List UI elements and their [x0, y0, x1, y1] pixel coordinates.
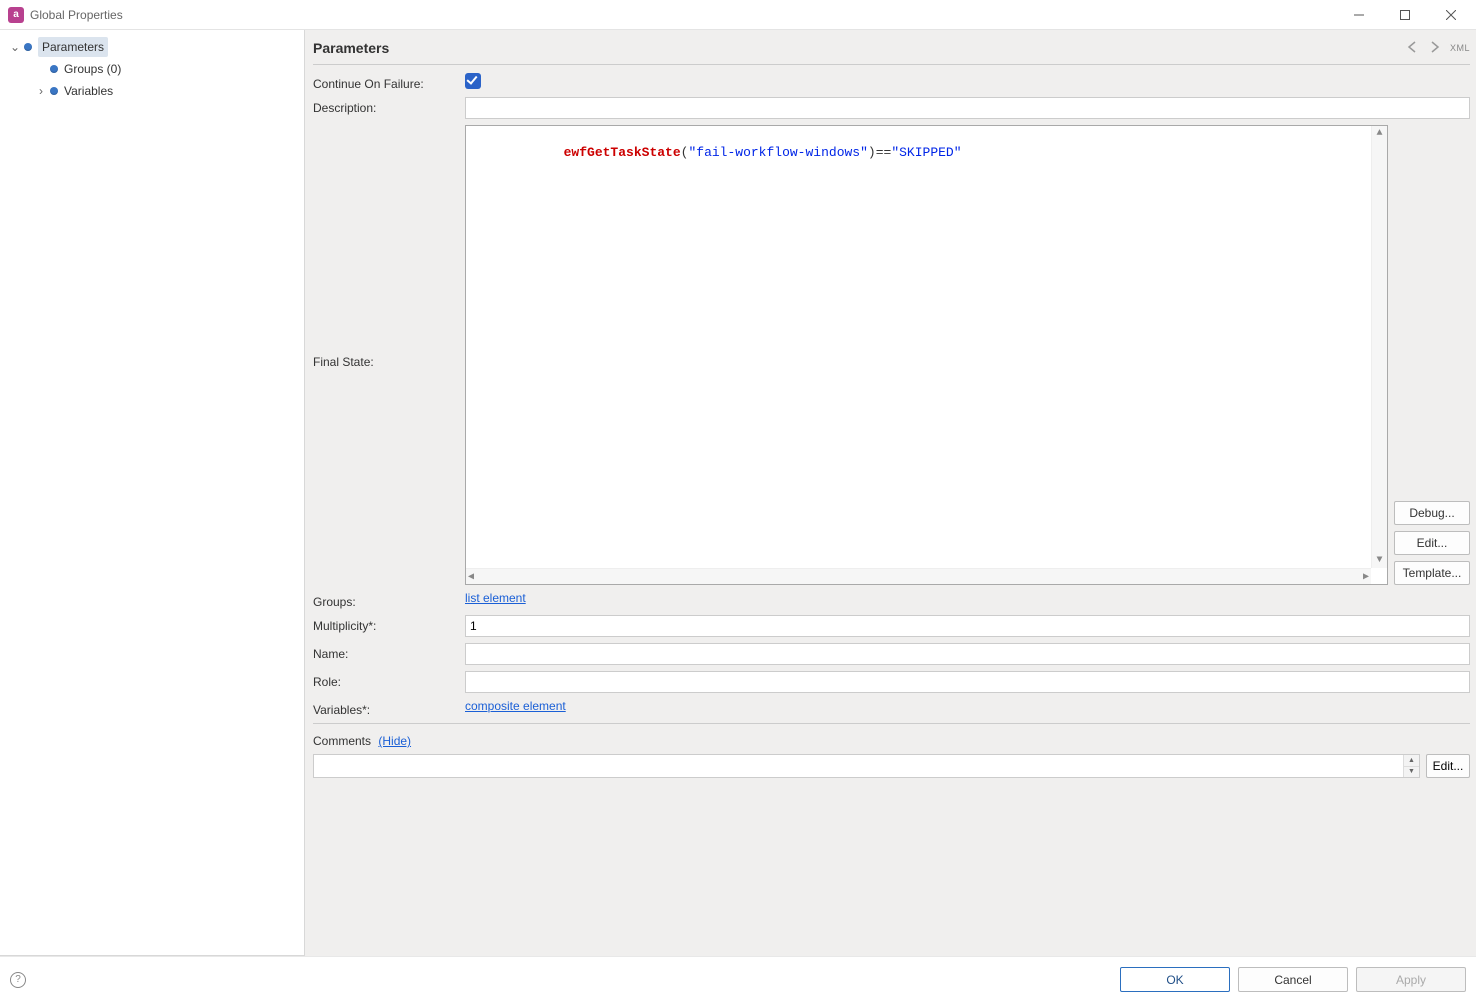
template-button[interactable]: Template... [1394, 561, 1470, 585]
tree-item-label: Groups (0) [64, 59, 121, 79]
tree-item-label: Parameters [38, 37, 108, 57]
cancel-button[interactable]: Cancel [1238, 967, 1348, 992]
content-panel: Parameters XML Continue On Failure: Desc… [305, 30, 1476, 956]
form-grid: Continue On Failure: Description: Final … [313, 73, 1470, 956]
row-groups: Groups: list element [313, 591, 1470, 609]
comments-edit-button[interactable]: Edit... [1426, 754, 1470, 778]
row-final-state: Final State: ewfGetTaskState("fail-workf… [313, 125, 1470, 585]
row-multiplicity: Multiplicity*: [313, 615, 1470, 637]
role-input[interactable] [465, 671, 1470, 693]
row-variables: Variables*: composite element [313, 699, 1470, 717]
code-token-string: "fail-workflow-windows" [688, 145, 867, 160]
window-title: Global Properties [30, 8, 123, 22]
xml-toggle[interactable]: XML [1448, 43, 1470, 53]
nav-forward-button[interactable] [1426, 41, 1444, 56]
continue-on-failure-label: Continue On Failure: [313, 73, 465, 91]
help-icon[interactable]: ? [10, 972, 26, 988]
bullet-icon [24, 43, 32, 51]
code-token-op: == [876, 145, 892, 160]
comments-header: Comments (Hide) [313, 734, 1470, 748]
vertical-scrollbar[interactable]: ▲▼ [1371, 126, 1387, 568]
groups-link[interactable]: list element [465, 591, 526, 605]
tree-item-variables[interactable]: › Variables [0, 80, 304, 102]
continue-on-failure-checkbox[interactable] [465, 73, 481, 89]
code-token-fn: ewfGetTaskState [564, 145, 681, 160]
description-input[interactable] [465, 97, 1470, 119]
final-state-side-buttons: Debug... Edit... Template... [1394, 125, 1470, 585]
chevron-right-icon[interactable]: › [34, 85, 48, 97]
debug-button[interactable]: Debug... [1394, 501, 1470, 525]
tree-item-groups[interactable]: › Groups (0) [0, 58, 304, 80]
comments-label: Comments [313, 734, 371, 748]
nav-back-button[interactable] [1404, 41, 1422, 56]
role-label: Role: [313, 671, 465, 689]
tree-panel: ⌄ Parameters › Groups (0) › Variables [0, 30, 305, 956]
arrow-left-icon [1406, 41, 1420, 53]
comments-row: ▲ ▼ Edit... [313, 754, 1470, 778]
row-description: Description: [313, 97, 1470, 119]
multiplicity-input[interactable] [465, 615, 1470, 637]
chevron-down-icon[interactable]: ⌄ [8, 41, 22, 53]
horizontal-scrollbar[interactable]: ◀▶ [466, 568, 1371, 584]
code-token-string: "SKIPPED" [891, 145, 961, 160]
edit-button[interactable]: Edit... [1394, 531, 1470, 555]
code-token-paren: ) [868, 145, 876, 160]
maximize-button[interactable] [1382, 0, 1428, 30]
app-icon: a [8, 7, 24, 23]
main-area: ⌄ Parameters › Groups (0) › Variables Pa… [0, 30, 1476, 956]
variables-link[interactable]: composite element [465, 699, 566, 713]
pane-title: Parameters [313, 40, 389, 56]
minimize-icon [1354, 10, 1364, 20]
groups-label: Groups: [313, 591, 465, 609]
title-bar: a Global Properties [0, 0, 1476, 30]
description-label: Description: [313, 97, 465, 115]
bullet-icon [50, 65, 58, 73]
comments-block: Comments (Hide) ▲ ▼ Edit... [313, 723, 1470, 778]
comments-hide-link[interactable]: (Hide) [378, 734, 411, 748]
final-state-label: Final State: [313, 125, 465, 585]
close-icon [1446, 10, 1456, 20]
comments-input[interactable] [313, 754, 1420, 778]
final-state-editor[interactable]: ewfGetTaskState("fail-workflow-windows")… [465, 125, 1388, 585]
pane-toolbar: XML [1404, 41, 1470, 56]
ok-button[interactable]: OK [1120, 967, 1230, 992]
apply-button[interactable]: Apply [1356, 967, 1466, 992]
arrow-right-icon [1428, 41, 1442, 53]
spinner-up-icon[interactable]: ▲ [1403, 755, 1419, 767]
multiplicity-label: Multiplicity*: [313, 615, 465, 633]
window-controls [1336, 0, 1474, 30]
pane-header: Parameters XML [313, 38, 1470, 65]
spinner-down-icon[interactable]: ▼ [1403, 767, 1419, 778]
minimize-button[interactable] [1336, 0, 1382, 30]
row-role: Role: [313, 671, 1470, 693]
dialog-buttons: OK Cancel Apply [1120, 967, 1466, 992]
bullet-icon [50, 87, 58, 95]
tree-item-label: Variables [64, 81, 113, 101]
row-continue-on-failure: Continue On Failure: [313, 73, 1470, 91]
comments-spinner[interactable]: ▲ ▼ [1403, 755, 1419, 777]
close-button[interactable] [1428, 0, 1474, 30]
name-input[interactable] [465, 643, 1470, 665]
name-label: Name: [313, 643, 465, 661]
variables-label: Variables*: [313, 699, 465, 717]
bottom-bar: ? OK Cancel Apply [0, 956, 1476, 1002]
row-name: Name: [313, 643, 1470, 665]
maximize-icon [1400, 10, 1410, 20]
tree-item-parameters[interactable]: ⌄ Parameters [0, 36, 304, 58]
